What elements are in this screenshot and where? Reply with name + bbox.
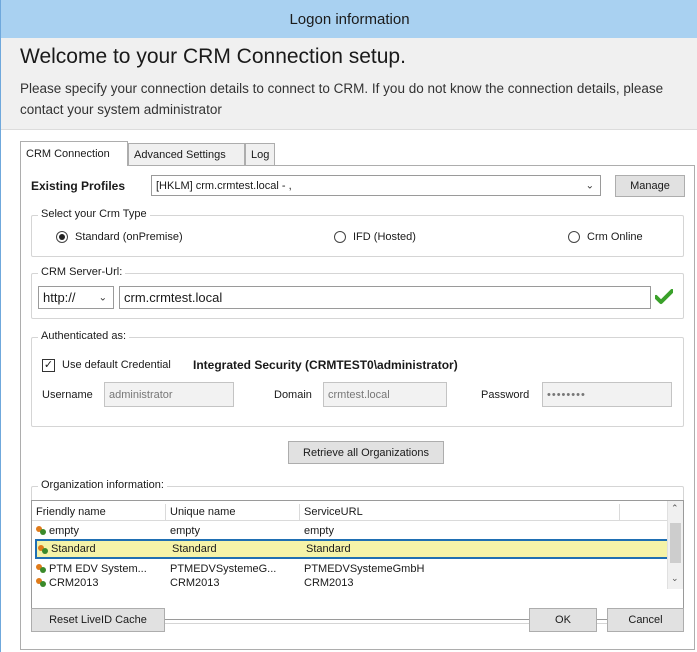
tab-crm-connection[interactable]: CRM Connection	[20, 141, 128, 166]
manage-button[interactable]: Manage	[615, 175, 685, 197]
column-header-filler	[620, 504, 669, 521]
radio-standard-label: Standard (onPremise)	[75, 231, 183, 243]
profiles-dropdown[interactable]: [HKLM] crm.crmtest.local - , ⌄	[151, 175, 601, 196]
table-row[interactable]: CRM2013 CRM2013 CRM2013	[32, 577, 669, 589]
use-default-credential-checkbox[interactable]: ✓	[42, 359, 55, 372]
password-value: ••••••••	[547, 388, 586, 401]
tab-label: Advanced Settings	[134, 148, 226, 161]
welcome-heading: Welcome to your CRM Connection setup.	[20, 45, 406, 68]
tab-label: Log	[251, 148, 270, 161]
cell-serviceurl: CRM2013	[304, 577, 354, 589]
cell-friendly: Standard	[34, 541, 168, 557]
password-field[interactable]: ••••••••	[542, 382, 672, 407]
table-row[interactable]: empty empty empty	[32, 522, 669, 539]
column-header-friendly[interactable]: Friendly name	[32, 504, 166, 521]
server-host-value: crm.crmtest.local	[124, 290, 223, 305]
radio-ifd-label: IFD (Hosted)	[353, 231, 416, 243]
scroll-down-icon[interactable]: ⌄	[671, 573, 679, 584]
protocol-value: http://	[43, 290, 76, 305]
organization-icon	[36, 563, 47, 574]
title-bar: Logon information	[1, 0, 697, 38]
tab-log[interactable]: Log	[245, 143, 275, 165]
use-default-credential-label: Use default Credential	[62, 359, 171, 371]
protocol-dropdown[interactable]: http:// ⌄	[38, 286, 114, 309]
chevron-down-icon: ⌄	[98, 292, 107, 303]
friendly-name-text: CRM2013	[49, 577, 99, 589]
cell-friendly: PTM EDV System...	[32, 560, 166, 577]
ok-button[interactable]: OK	[529, 608, 597, 632]
radio-ifd[interactable]	[334, 231, 346, 243]
tab-advanced-settings[interactable]: Advanced Settings	[128, 143, 245, 165]
organization-icon	[38, 544, 49, 555]
reset-liveid-cache-button[interactable]: Reset LiveID Cache	[31, 608, 165, 632]
organization-icon	[36, 577, 47, 588]
organizations-grid: Friendly name Unique name ServiceURL emp…	[31, 500, 684, 620]
cell-unique: PTMEDVSystemeG...	[170, 562, 277, 575]
grid-scrollbar[interactable]: ⌃ ⌄	[667, 501, 683, 589]
existing-profiles-label: Existing Profiles	[31, 179, 126, 193]
cell-unique: CRM2013	[170, 577, 220, 589]
friendly-name-text: Standard	[51, 543, 96, 555]
server-host-input[interactable]: crm.crmtest.local	[119, 286, 651, 309]
integrated-security-text: Integrated Security (CRMTEST0\administra…	[193, 358, 458, 372]
tab-label: CRM Connection	[26, 148, 110, 160]
org-info-title: Organization information:	[38, 479, 167, 491]
profiles-value: [HKLM] crm.crmtest.local - ,	[156, 179, 292, 192]
username-label: Username	[42, 389, 93, 401]
retrieve-organizations-button[interactable]: Retrieve all Organizations	[288, 441, 444, 464]
window-title: Logon information	[289, 10, 410, 28]
cell-friendly: CRM2013	[32, 577, 166, 589]
cell-serviceurl: empty	[304, 524, 334, 537]
cell-friendly: empty	[32, 522, 166, 539]
scroll-thumb[interactable]	[670, 523, 681, 563]
cancel-button[interactable]: Cancel	[607, 608, 684, 632]
green-checkmark-icon	[655, 289, 673, 304]
username-field[interactable]: administrator	[104, 382, 234, 407]
table-row[interactable]: PTM EDV System... PTMEDVSystemeG... PTME…	[32, 560, 669, 577]
grid-header: Friendly name Unique name ServiceURL	[32, 504, 669, 521]
domain-field[interactable]: crmtest.local	[323, 382, 447, 407]
server-url-title: CRM Server-Url:	[38, 266, 126, 278]
scroll-up-icon[interactable]: ⌃	[671, 503, 679, 514]
auth-title: Authenticated as:	[38, 330, 130, 342]
domain-value: crmtest.local	[328, 388, 390, 401]
crm-type-title: Select your Crm Type	[38, 208, 150, 220]
column-header-unique[interactable]: Unique name	[166, 504, 300, 521]
welcome-description: Please specify your connection details t…	[20, 81, 664, 117]
radio-standard[interactable]	[56, 231, 68, 243]
friendly-name-text: PTM EDV System...	[49, 562, 147, 575]
cell-unique: empty	[170, 524, 200, 537]
domain-label: Domain	[274, 389, 312, 401]
cell-serviceurl: PTMEDVSystemeGmbH	[304, 562, 425, 575]
password-label: Password	[481, 389, 530, 401]
table-row-selected[interactable]: Standard Standard Standard	[34, 539, 683, 559]
cell-serviceurl: Standard	[306, 543, 351, 555]
radio-crm-online[interactable]	[568, 231, 580, 243]
cell-unique: Standard	[172, 543, 217, 555]
chevron-down-icon: ⌄	[585, 180, 594, 191]
friendly-name-text: empty	[49, 524, 79, 537]
column-header-serviceurl[interactable]: ServiceURL	[300, 504, 620, 521]
radio-crm-online-label: Crm Online	[587, 231, 643, 243]
logon-window: Logon information Welcome to your CRM Co…	[0, 0, 697, 652]
username-value: administrator	[109, 388, 173, 401]
organization-icon	[36, 525, 47, 536]
